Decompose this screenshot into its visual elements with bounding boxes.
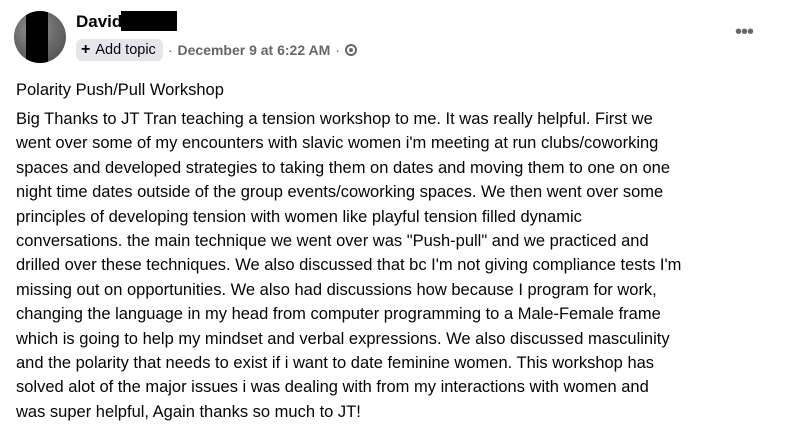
post-timestamp[interactable]: December 9 at 6:22 AM xyxy=(177,42,330,58)
body-line: principles of developing tension with wo… xyxy=(16,207,582,226)
body-line: conversations. the main technique we wen… xyxy=(16,232,649,251)
body-line: went over some of my encounters with sla… xyxy=(16,134,659,153)
avatar[interactable] xyxy=(14,11,66,63)
globe-icon[interactable] xyxy=(344,44,357,56)
post-body: Big Thanks to JT Tran teaching a tension… xyxy=(16,107,781,424)
separator: · xyxy=(335,42,340,58)
post-meta: + Add topic · December 9 at 6:22 AM · xyxy=(76,39,357,61)
more-options-icon[interactable]: ••• xyxy=(735,22,754,42)
body-line: which is going to help my mindset and ve… xyxy=(16,329,670,348)
add-topic-label: Add topic xyxy=(95,42,156,58)
add-topic-button[interactable]: + Add topic xyxy=(76,39,163,61)
body-line: Big Thanks to JT Tran teaching a tension… xyxy=(16,110,653,128)
body-line: spaces and developed strategies to takin… xyxy=(16,158,671,177)
post-title: Polarity Push/Pull Workshop xyxy=(16,81,224,99)
author-name[interactable]: David xyxy=(76,11,122,33)
body-line: drilled over these techniques. We also d… xyxy=(16,256,682,275)
body-line: night time dates outside of the group ev… xyxy=(16,183,664,202)
body-line: and the polarity that needs to exist if … xyxy=(16,354,655,373)
body-line: changing the language in my head from co… xyxy=(16,305,661,324)
body-line: was super helpful, Again thanks so much … xyxy=(16,402,361,421)
post-card: David + Add topic · December 9 at 6:22 A… xyxy=(0,0,785,441)
redaction-bar xyxy=(121,11,177,31)
redaction-bar xyxy=(26,11,48,63)
separator: · xyxy=(167,42,173,58)
plus-icon: + xyxy=(81,41,91,58)
body-line: missing out on opportunities. We also ha… xyxy=(16,280,657,299)
body-line: solved alot of the major issues i was de… xyxy=(16,378,649,397)
